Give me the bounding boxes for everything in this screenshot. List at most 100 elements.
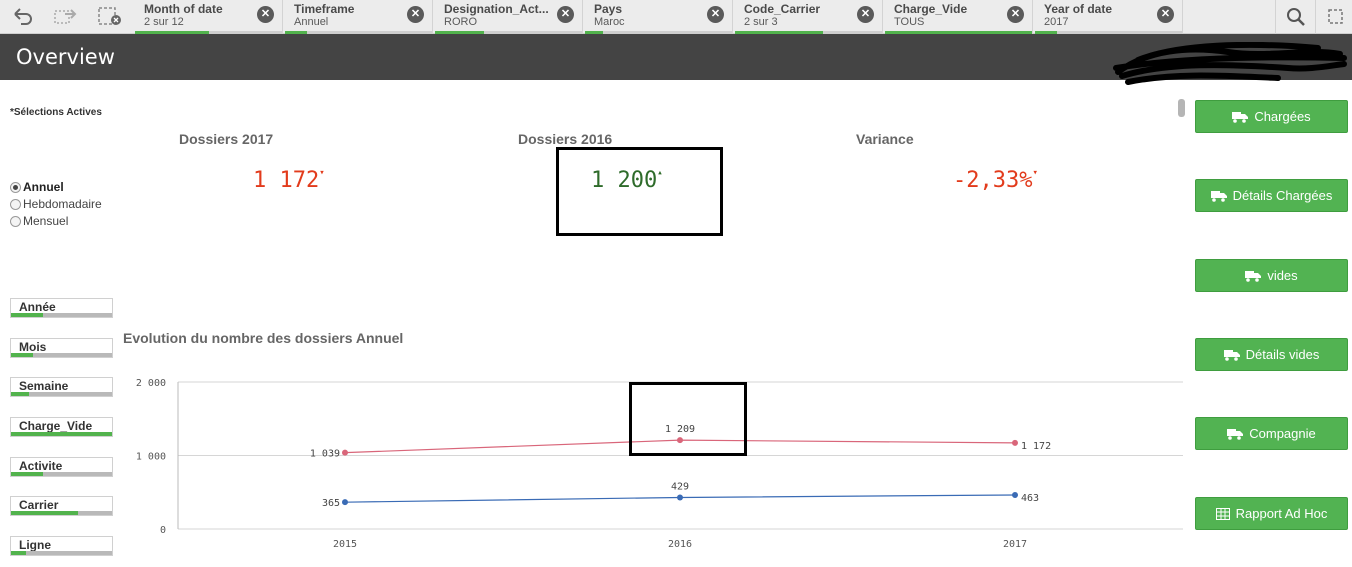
data-label: 365 <box>322 498 340 509</box>
filter-carrier[interactable]: Carrier <box>10 496 113 516</box>
filter-label: Mois <box>19 340 47 354</box>
truck-icon <box>1232 111 1254 123</box>
selection-value: TOUS <box>894 16 925 28</box>
radio-label: Hebdomadaire <box>23 197 102 211</box>
filter-charge-vide[interactable]: Charge_Vide <box>10 417 113 437</box>
data-label: 1 172 <box>1021 441 1051 452</box>
selection-title: Month of date <box>144 2 223 16</box>
filter-label: Semaine <box>19 379 69 393</box>
selection-value: 2017 <box>1044 16 1069 28</box>
radio-label: Annuel <box>23 180 64 194</box>
selection-value: 2 sur 12 <box>144 16 184 28</box>
x-tick-label: 2016 <box>668 539 692 550</box>
filter-semaine[interactable]: Semaine <box>10 377 113 397</box>
filter-label: Carrier <box>19 498 59 512</box>
selections-tool-icon[interactable] <box>1315 0 1352 34</box>
radio-button[interactable] <box>10 215 21 227</box>
kpi-value-dossiers-2017: 1 172▾ <box>253 168 325 193</box>
filter-annee[interactable]: Année <box>10 298 113 318</box>
data-point <box>342 499 348 506</box>
selection-value: Annuel <box>294 16 329 28</box>
clear-selection-icon[interactable]: ✕ <box>257 6 274 23</box>
clear-all-icon[interactable] <box>95 4 125 28</box>
selection-title: Year of date <box>1044 2 1113 16</box>
kpi-number: -2,33% <box>953 168 1033 193</box>
scrollbar[interactable] <box>1178 99 1185 117</box>
clear-selection-icon[interactable]: ✕ <box>857 6 874 23</box>
kpi-trend-icon: ▾ <box>319 168 325 178</box>
radio-mensuel[interactable]: Mensuel <box>10 214 68 228</box>
filter-activite[interactable]: Activite <box>10 457 113 477</box>
selection-value: 2 sur 3 <box>744 16 778 28</box>
radio-button[interactable] <box>10 198 21 210</box>
kpi-title-dossiers-2016: Dossiers 2016 <box>518 131 613 147</box>
x-tick-label: 2017 <box>1003 539 1027 550</box>
kpi-title-dossiers-2017: Dossiers 2017 <box>179 131 274 147</box>
button-label: vides <box>1267 268 1298 283</box>
search-icon[interactable] <box>1275 0 1315 34</box>
page-title: Overview <box>16 45 115 69</box>
filter-state-bar <box>11 313 112 317</box>
selection-title: Designation_Act... <box>444 2 549 16</box>
button-détails-chargées[interactable]: Détails Chargées <box>1195 179 1348 212</box>
step-back-icon[interactable] <box>8 4 38 28</box>
selection-title: Timeframe <box>294 2 355 16</box>
button-label: Chargées <box>1254 109 1311 124</box>
filter-mois[interactable]: Mois <box>10 338 113 358</box>
radio-annuel[interactable]: Annuel <box>10 180 64 194</box>
selection-timeframe[interactable]: Timeframe Annuel ✕ <box>285 0 433 34</box>
highlight-box <box>629 382 747 456</box>
filter-state-bar <box>11 551 112 555</box>
truck-icon <box>1245 270 1267 282</box>
button-label: Détails Chargées <box>1232 188 1333 203</box>
data-point <box>1012 491 1018 498</box>
button-vides[interactable]: vides <box>1195 259 1348 292</box>
chart-title: Evolution du nombre des dossiers Annuel <box>123 330 404 346</box>
data-point <box>677 494 683 501</box>
selection-title: Pays <box>594 2 623 16</box>
truck-icon <box>1227 428 1249 440</box>
selection-value: RORO <box>444 16 477 28</box>
filter-ligne[interactable]: Ligne <box>10 536 113 556</box>
y-tick-label: 2 000 <box>136 378 166 389</box>
selection-pays[interactable]: Pays Maroc ✕ <box>585 0 733 34</box>
y-tick-label: 0 <box>160 525 166 536</box>
step-forward-icon[interactable] <box>51 4 81 28</box>
button-chargées[interactable]: Chargées <box>1195 100 1348 133</box>
y-tick-label: 1 000 <box>136 452 166 463</box>
data-label: 1 039 <box>310 449 340 460</box>
selection-code-carrier[interactable]: Code_Carrier 2 sur 3 ✕ <box>735 0 883 34</box>
selection-designation-activite[interactable]: Designation_Act... RORO ✕ <box>435 0 583 34</box>
clear-selection-icon[interactable]: ✕ <box>707 6 724 23</box>
clear-selection-icon[interactable]: ✕ <box>1157 6 1174 23</box>
x-tick-label: 2015 <box>333 539 357 550</box>
data-point <box>342 449 348 456</box>
selection-charge-vide[interactable]: Charge_Vide TOUS ✕ <box>885 0 1033 34</box>
selection-month-of-date[interactable]: Month of date 2 sur 12 ✕ <box>135 0 283 34</box>
selection-title: Charge_Vide <box>894 2 968 16</box>
button-label: Détails vides <box>1245 347 1320 362</box>
selection-bar: Month of date 2 sur 12 ✕ Timeframe Annue… <box>0 0 1352 34</box>
radio-hebdomadaire[interactable]: Hebdomadaire <box>10 197 102 211</box>
data-point <box>1012 439 1018 446</box>
selection-title: Code_Carrier <box>744 2 821 16</box>
radio-label: Mensuel <box>23 214 69 228</box>
clear-selection-icon[interactable]: ✕ <box>1007 6 1024 23</box>
kpi-title-variance: Variance <box>856 131 914 147</box>
data-label: 463 <box>1021 493 1039 504</box>
filter-label: Activite <box>19 459 63 473</box>
radio-button[interactable] <box>10 181 21 193</box>
button-compagnie[interactable]: Compagnie <box>1195 417 1348 450</box>
filter-state-bar <box>11 511 112 515</box>
filter-state-bar <box>11 392 112 396</box>
highlight-box <box>556 147 723 236</box>
clear-selection-icon[interactable]: ✕ <box>557 6 574 23</box>
selection-year-of-date[interactable]: Year of date 2017 ✕ <box>1035 0 1183 34</box>
button-rapport-ad-hoc[interactable]: Rapport Ad Hoc <box>1195 497 1348 530</box>
button-détails-vides[interactable]: Détails vides <box>1195 338 1348 371</box>
kpi-number: 1 172 <box>253 168 320 193</box>
filter-label: Ligne <box>19 538 51 552</box>
filter-label: Année <box>19 300 56 314</box>
clear-selection-icon[interactable]: ✕ <box>407 6 424 23</box>
redaction-scribble <box>1113 42 1347 85</box>
